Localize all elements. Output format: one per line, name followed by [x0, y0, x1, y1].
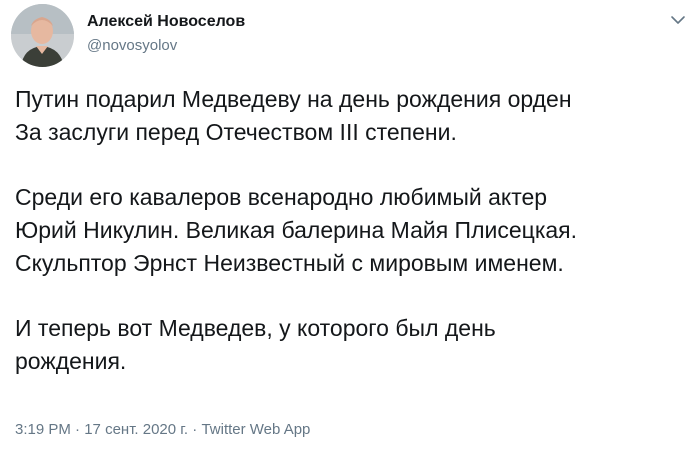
author-name[interactable]: Алексей Новоселов	[87, 12, 245, 32]
author-handle[interactable]: @novosyolov	[87, 36, 245, 56]
tweet-line: рождения.	[15, 348, 127, 374]
tweet-paragraph: Путин подарил Медведеву на день рождения…	[15, 83, 695, 149]
tweet-time[interactable]: 3:19 PM	[15, 421, 71, 438]
tweet-line: За заслуги перед Отечеством III степени.	[15, 119, 457, 145]
tweet-line: Путин подарил Медведеву на день рождения…	[15, 86, 572, 112]
avatar[interactable]	[11, 4, 74, 67]
author-block: Алексей Новоселов @novosyolov	[87, 12, 245, 56]
chevron-down-icon[interactable]	[670, 12, 686, 28]
tweet-line: И теперь вот Медведев, у которого был де…	[15, 315, 496, 341]
tweet-line: Юрий Никулин. Великая балерина Майя Плис…	[15, 217, 578, 243]
tweet-line: Среди его кавалеров всенародно любимый а…	[15, 184, 548, 210]
tweet-card: Алексей Новоселов @novosyolov Путин пода…	[0, 0, 700, 457]
source-app-link[interactable]: Twitter Web App	[201, 421, 310, 438]
meta-separator: ·	[75, 421, 85, 438]
tweet-text: Путин подарил Медведеву на день рождения…	[15, 83, 695, 378]
user-avatar-photo-icon	[11, 4, 74, 67]
tweet-line: Скульптор Эрнст Неизвестный с мировым им…	[15, 250, 564, 276]
tweet-meta: 3:19 PM · 17 сент. 2020 г. · Twitter Web…	[15, 420, 310, 440]
tweet-paragraph: И теперь вот Медведев, у которого был де…	[15, 312, 695, 378]
tweet-date[interactable]: 17 сент. 2020 г.	[84, 421, 188, 438]
tweet-paragraph: Среди его кавалеров всенародно любимый а…	[15, 181, 695, 280]
